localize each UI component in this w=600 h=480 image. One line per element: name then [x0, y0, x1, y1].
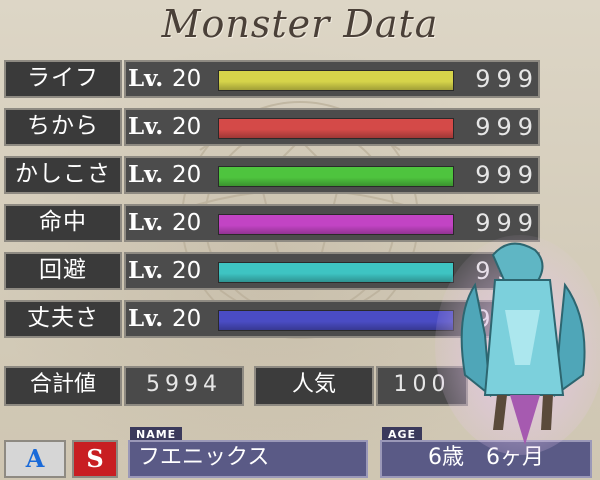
- total-label: 合計値: [4, 366, 122, 406]
- stat-bar-fill: [219, 167, 453, 186]
- page-title: Monster Data: [161, 2, 439, 46]
- stat-label: ちから: [4, 108, 122, 146]
- stat-label: 回避: [4, 252, 122, 290]
- stat-label: ライフ: [4, 60, 122, 98]
- level-number: 20: [172, 306, 202, 332]
- level-number: 20: [172, 162, 202, 188]
- stat-bar: [218, 118, 454, 139]
- phoenix-monster-icon: [435, 235, 600, 455]
- stat-label: 丈夫さ: [4, 300, 122, 338]
- s-mode-button[interactable]: S: [72, 440, 118, 478]
- level-prefix: Lv.: [128, 161, 164, 188]
- level-prefix: Lv.: [128, 113, 164, 140]
- level-prefix: Lv.: [128, 209, 164, 236]
- level-number: 20: [172, 210, 202, 236]
- level-prefix: Lv.: [128, 257, 164, 284]
- s-label: S: [86, 444, 104, 473]
- level-prefix: Lv.: [128, 65, 164, 92]
- total-value: 5994: [124, 366, 244, 406]
- level-number: 20: [172, 114, 202, 140]
- level-number: 20: [172, 66, 202, 92]
- stat-row: ちから Lv. 20 999: [0, 105, 545, 149]
- stat-bar: [218, 166, 454, 187]
- stat-bar: [218, 70, 454, 91]
- stat-bar-fill: [219, 71, 453, 90]
- level-prefix: Lv.: [128, 305, 164, 332]
- stat-row: かしこさ Lv. 20 999: [0, 153, 545, 197]
- monster-name: フエニックス: [128, 440, 368, 478]
- stat-label: かしこさ: [4, 156, 122, 194]
- stat-row: ライフ Lv. 20 999: [0, 57, 545, 101]
- a-mode-button[interactable]: A: [4, 440, 66, 478]
- stat-label: 命中: [4, 204, 122, 242]
- stat-bar-fill: [219, 119, 453, 138]
- level-number: 20: [172, 258, 202, 284]
- popularity-label: 人気: [254, 366, 374, 406]
- stat-value: 999: [475, 113, 539, 141]
- stat-value: 999: [475, 65, 539, 93]
- a-label: A: [25, 444, 45, 473]
- monster-data-screen: Monster Data ライフ Lv. 20 999 ちから Lv. 20 9…: [0, 0, 600, 480]
- stat-value: 999: [475, 161, 539, 189]
